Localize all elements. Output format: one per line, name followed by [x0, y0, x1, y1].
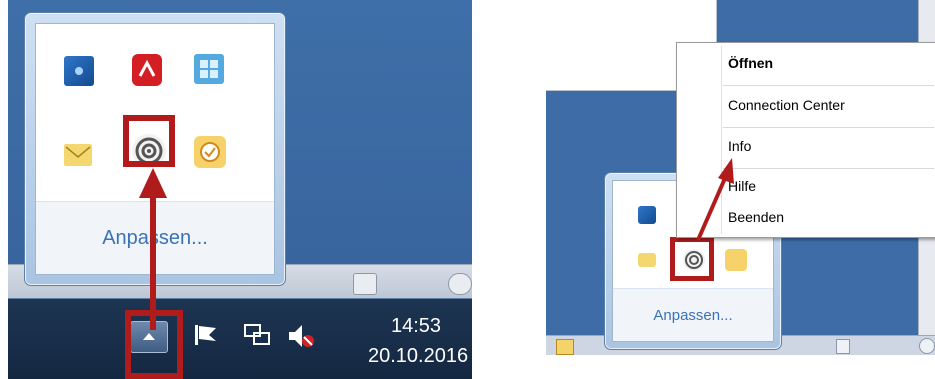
highlight-box-show-hidden — [125, 310, 183, 379]
annotation-arrow-left — [139, 168, 167, 330]
left-screenshot-panel: 14:53 20.10.2016 — [8, 0, 472, 379]
annotation-arrow-right — [696, 158, 734, 241]
